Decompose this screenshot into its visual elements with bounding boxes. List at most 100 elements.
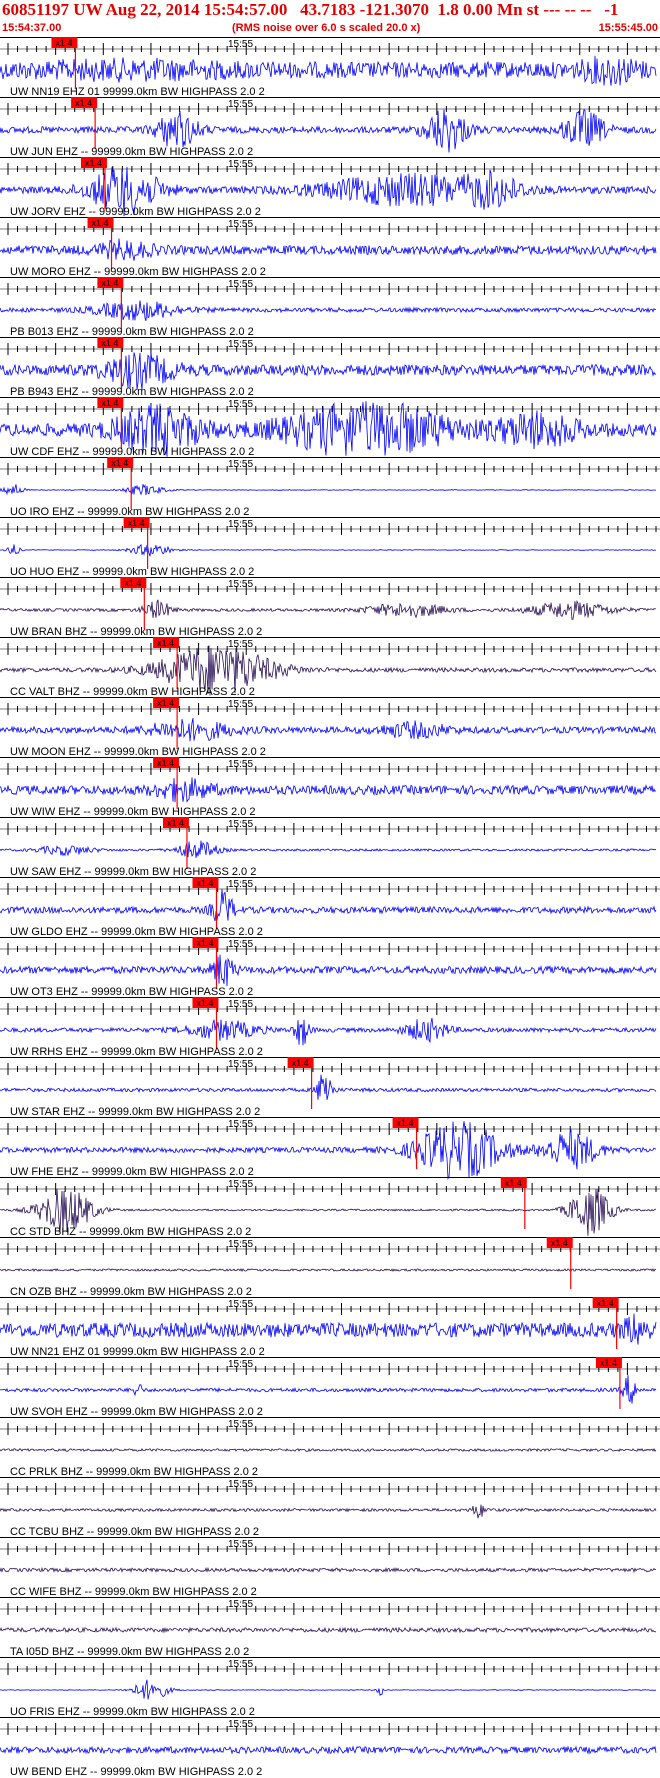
channel-label: UO FRIS EHZ -- 99999.0km BW HIGHPASS 2.0… — [10, 1706, 255, 1718]
channel-label: UW JUN EHZ -- 99999.0km BW HIGHPASS 2.0 … — [10, 146, 253, 158]
channel-label: UW GLDO EHZ -- 99999.0km BW HIGHPASS 2.0… — [10, 926, 263, 938]
trace-row: 15:55 CC PRLK BHZ -- 99999.0km BW HIGHPAS… — [0, 1417, 660, 1478]
minute-label: 15:55 — [228, 1599, 253, 1610]
channel-label: TA I05D BHZ -- 99999.0km BW HIGHPASS 2.0… — [10, 1646, 249, 1658]
trace-row: 15:55 x1.4 UW JUN EHZ -- 99999.0km BW HIGH… — [0, 97, 660, 158]
channel-label: CN OZB BHZ -- 99999.0km BW HIGHPASS 2.0 … — [10, 1286, 252, 1298]
pick-label: x1.4 — [157, 698, 174, 708]
waveform — [0, 1017, 657, 1046]
trace-row: 15:55 x1.4 UW RRHS EHZ -- 99999.0km BW HIG… — [0, 997, 660, 1058]
minute-label: 15:55 — [228, 39, 253, 50]
minute-label: 15:55 — [228, 759, 253, 770]
channel-label: UW WIW EHZ -- 99999.0km BW HIGHPASS 2.0 … — [10, 806, 256, 818]
trace-row: 15:55 x1.4 UW SAW EHZ -- 99999.0km BW HIGH… — [0, 817, 660, 878]
trace-row: 15:55 x1.4 UW FHE EHZ -- 99999.0km BW HIGH… — [0, 1117, 660, 1180]
minute-label: 15:55 — [228, 879, 253, 890]
channel-label: UW OT3 EHZ -- 99999.0km BW HIGHPASS 2.0 … — [10, 986, 253, 998]
pick-label: x1.4 — [55, 38, 72, 48]
pick-label: x1.4 — [157, 758, 174, 768]
waveform — [0, 1447, 657, 1453]
channel-label: CC TCBU BHZ -- 99999.0km BW HIGHPASS 2.0… — [10, 1526, 259, 1538]
channel-label: UW RRHS EHZ -- 99999.0km BW HIGHPASS 2.0… — [10, 1046, 263, 1058]
channel-label: UW BEND EHZ -- 99999.0km BW HIGHPASS 2.0… — [10, 1766, 262, 1778]
waveform — [0, 599, 656, 620]
trace-row: 15:55 x1.4 UW CDF EHZ -- 99999.0km BW HIGH… — [0, 397, 660, 458]
minute-label: 15:55 — [228, 1299, 253, 1310]
minute-label: 15:55 — [228, 1059, 253, 1070]
trace-row: 15:55 x1.4 CC VALT BHZ -- 99999.0km BW HIG… — [0, 637, 660, 698]
trace-row: 15:55 x1.4 CC STD BHZ -- 99999.0km BW HIGH… — [0, 1177, 660, 1238]
plot-header: 60851197 UW Aug 22, 2014 15:54:57.00 43.… — [0, 0, 660, 38]
waveform — [0, 1074, 657, 1100]
pick-label: x1.4 — [128, 518, 145, 528]
waveform — [0, 484, 657, 496]
channel-label: UW SVOH EHZ -- 99999.0km BW HIGHPASS 2.0… — [10, 1406, 263, 1418]
pick-label: x1.4 — [551, 1238, 568, 1248]
minute-label: 15:55 — [228, 159, 253, 170]
trace-row: 15:55 x1.4 UO IRO EHZ -- 99999.0km BW HIGH… — [0, 457, 660, 518]
trace-row: 15:55 x1.4 UW WIW EHZ -- 99999.0km BW HIGH… — [0, 757, 660, 818]
pick-label: x1.4 — [124, 578, 141, 588]
end-time: 15:55:45.00 — [598, 22, 658, 34]
channel-label: UO IRO EHZ -- 99999.0km BW HIGHPASS 2.0 … — [10, 506, 249, 518]
trace-row: 15:55 UO FRIS EHZ -- 99999.0km BW HIGHPAS… — [0, 1657, 660, 1718]
trace-row: 15:55 x1.4 UW OT3 EHZ -- 99999.0km BW HIGH… — [0, 937, 660, 998]
trace-row: 15:55 x1.4 PB B943 EHZ -- 99999.0km BW HIG… — [0, 337, 660, 398]
channel-label: CC VALT BHZ -- 99999.0km BW HIGHPASS 2.0… — [10, 686, 255, 698]
trace-row: 15:55 TA I05D BHZ -- 99999.0km BW HIGHPAS… — [0, 1597, 660, 1658]
pick-label: x1.4 — [85, 158, 102, 168]
pick-label: x1.4 — [92, 218, 109, 228]
minute-label: 15:55 — [228, 579, 253, 590]
waveform — [0, 840, 657, 858]
pick-label: x1.4 — [600, 1358, 617, 1368]
pick-label: x1.4 — [157, 638, 174, 648]
channel-label: UW STAR EHZ -- 99999.0km BW HIGHPASS 2.0… — [10, 1106, 260, 1118]
pick-label: x1.4 — [196, 938, 213, 948]
channel-label: UW FHE EHZ -- 99999.0km BW HIGHPASS 2.0 … — [10, 1166, 254, 1178]
trace-row: 15:55 x1.4 UO HUO EHZ -- 99999.0km BW HIGH… — [0, 517, 660, 578]
minute-label: 15:55 — [228, 1479, 253, 1490]
trace-row: 15:55 x1.4 UW NN19 EHZ 01 99999.0km BW HIG… — [0, 37, 660, 98]
minute-label: 15:55 — [228, 99, 253, 110]
minute-label: 15:55 — [228, 1419, 253, 1430]
waveform — [0, 1504, 657, 1519]
channel-label: CC WIFE BHZ -- 99999.0km BW HIGHPASS 2.0… — [10, 1586, 257, 1598]
trace-row: 15:55 UW BEND EHZ -- 99999.0km BW HIGHPAS… — [0, 1717, 660, 1778]
minute-label: 15:55 — [228, 459, 253, 470]
waveform — [0, 352, 657, 390]
waveform — [0, 1268, 657, 1273]
pick-label: x1.4 — [597, 1298, 614, 1308]
channel-label: CC PRLK BHZ -- 99999.0km BW HIGHPASS 2.0… — [10, 1466, 258, 1478]
minute-label: 15:55 — [228, 819, 253, 830]
minute-label: 15:55 — [228, 219, 253, 230]
pick-label: x1.4 — [505, 1178, 522, 1188]
pick-label: x1.4 — [111, 458, 128, 468]
trace-row: 15:55 x1.4 UW STAR EHZ -- 99999.0km BW HIG… — [0, 1057, 660, 1118]
trace-row: 15:55 x1.4 UW NN21 EHZ 01 99999.0km BW HIG… — [0, 1297, 660, 1358]
waveform — [0, 543, 657, 557]
pick-label: x1.4 — [101, 278, 118, 288]
minute-label: 15:55 — [228, 1119, 253, 1130]
channel-label: PB B013 EHZ -- 99999.0km BW HIGHPASS 2.0… — [10, 326, 254, 338]
minute-label: 15:55 — [228, 279, 253, 290]
minute-label: 15:55 — [228, 519, 253, 530]
waveform — [0, 238, 657, 261]
waveform — [0, 1626, 657, 1634]
minute-label: 15:55 — [228, 1539, 253, 1550]
minute-label: 15:55 — [228, 1719, 253, 1730]
minute-label: 15:55 — [228, 1659, 253, 1670]
minute-label: 15:55 — [228, 639, 253, 650]
waveform — [0, 777, 657, 803]
minute-label: 15:55 — [228, 399, 253, 410]
pick-label: x1.4 — [397, 1118, 414, 1128]
channel-label: UW NN19 EHZ 01 99999.0km BW HIGHPASS 2.0… — [10, 86, 265, 98]
event-title: 60851197 UW Aug 22, 2014 15:54:57.00 43.… — [2, 0, 619, 19]
trace-row: 15:55 x1.4 UW MORO EHZ -- 99999.0km BW HIG… — [0, 217, 660, 278]
minute-label: 15:55 — [228, 339, 253, 350]
waveform — [0, 55, 657, 86]
minute-label: 15:55 — [228, 1359, 253, 1370]
waveform — [0, 1313, 657, 1345]
trace-row: 15:55 x1.4 UW GLDO EHZ -- 99999.0km BW HIG… — [0, 877, 660, 938]
minute-label: 15:55 — [228, 1239, 253, 1250]
waveform — [0, 300, 657, 321]
